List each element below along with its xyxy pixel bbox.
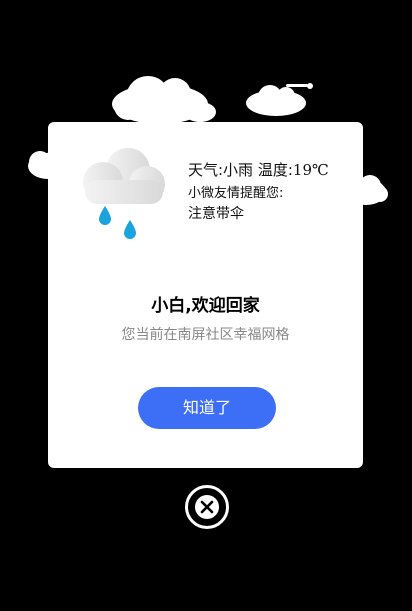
dialog-overlay: 天气:小雨 温度:19℃ 小微友情提醒您: 注意带伞 小白,欢迎回家 您当前在南… <box>0 0 412 611</box>
weather-line: 天气:小雨 温度:19℃ <box>188 160 358 180</box>
welcome-dialog: 天气:小雨 温度:19℃ 小微友情提醒您: 注意带伞 小白,欢迎回家 您当前在南… <box>48 122 363 468</box>
location-text: 您当前在南屏社区幸福网格 <box>121 327 290 343</box>
confirm-button[interactable]: 知道了 <box>138 387 276 429</box>
temperature-value: 19℃ <box>292 161 329 179</box>
cloud-rain-icon <box>83 148 165 239</box>
close-button[interactable] <box>184 484 230 530</box>
weather-condition: 天气:小雨 <box>188 161 254 179</box>
weather-info: 天气:小雨 温度:19℃ 小微友情提醒您: 注意带伞 <box>188 160 358 224</box>
reminder-text: 注意带伞 <box>188 206 244 222</box>
welcome-title: 小白,欢迎回家 <box>151 296 260 316</box>
reminder-title: 小微友情提醒您: <box>188 186 284 201</box>
close-circle-icon <box>185 485 229 529</box>
temperature-label: 温度: <box>257 161 293 179</box>
